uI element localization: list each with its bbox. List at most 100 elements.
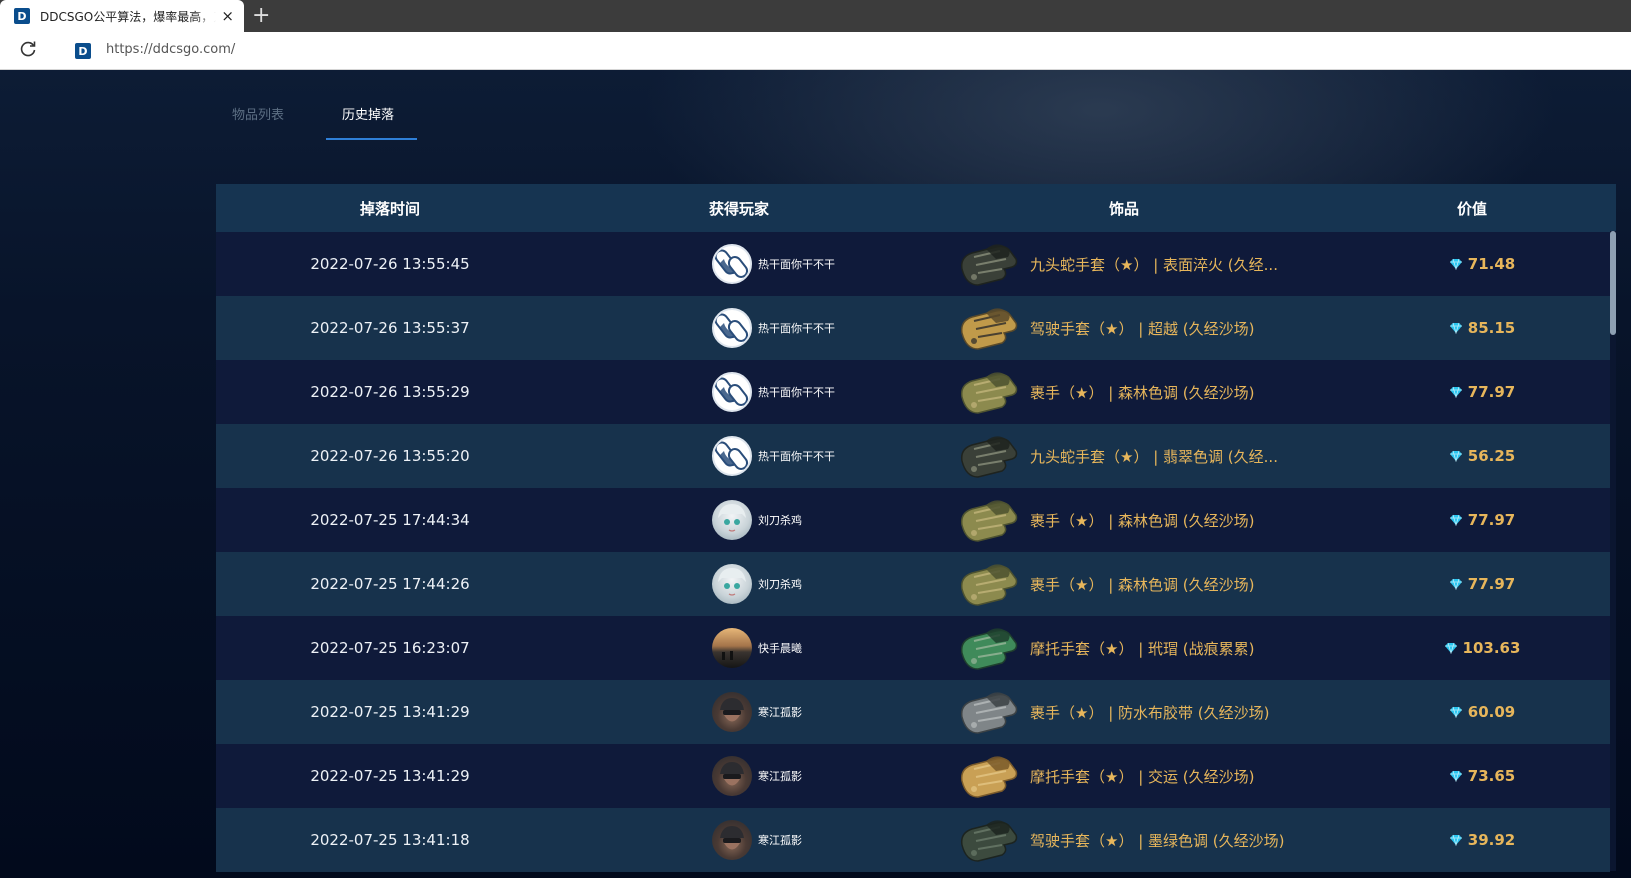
player-cell[interactable]: 热干面你干不干 [564, 244, 914, 284]
item-value: 60.09 [1467, 703, 1516, 721]
table-row: 2022-07-25 17:44:34 刘刀杀鸡 裹手（★） | 森林色调 (久经沙… [216, 488, 1610, 552]
browser-tab-bar: D DDCSGO公平算法，爆率最高，刀 × + [0, 0, 1631, 32]
glove-icon [960, 756, 1018, 798]
helmet-avatar [712, 756, 752, 796]
value-cell: 60.09 [1334, 703, 1610, 721]
item-name: 裹手（★） | 森林色调 (久经沙场) [1030, 575, 1255, 594]
drop-time: 2022-07-26 13:55:29 [310, 383, 470, 401]
item-value: 77.97 [1467, 511, 1516, 529]
glove-icon [960, 564, 1018, 606]
glove-icon [960, 372, 1018, 414]
address-favicon-icon: D [75, 43, 91, 59]
value-cell: 73.65 [1334, 767, 1610, 785]
drop-time: 2022-07-26 13:55:45 [310, 255, 470, 273]
item-name: 裹手（★） | 森林色调 (久经沙场) [1030, 511, 1255, 530]
diamond-icon [1449, 514, 1462, 526]
glove-icon [960, 692, 1018, 734]
page-content: 物品列表 历史掉落 掉落时间 获得玩家 饰品 价值 2022-07-26 13:… [0, 70, 1631, 878]
diamond-icon [1449, 770, 1462, 782]
tab-history-drops[interactable]: 历史掉落 [342, 106, 394, 126]
url-field[interactable]: https://ddcsgo.com/ [106, 42, 235, 57]
value-cell: 39.92 [1334, 831, 1610, 849]
glove-icon [960, 500, 1018, 542]
drop-time: 2022-07-25 16:23:07 [310, 639, 470, 657]
value-cell: 56.25 [1334, 447, 1610, 465]
item-cell[interactable]: 驾驶手套（★） | 墨绿色调 (久经沙场) [914, 815, 1334, 865]
diamond-icon [1449, 386, 1462, 398]
player-name: 寒江孤影 [758, 706, 802, 719]
item-name: 裹手（★） | 森林色调 (久经沙场) [1030, 383, 1255, 402]
table-row: 2022-07-25 16:23:07 快手晨曦 摩托手套（★） | 玳瑁 (战痕累… [216, 616, 1610, 680]
player-name: 热干面你干不干 [758, 322, 835, 335]
diamond-icon [1449, 322, 1462, 334]
player-name: 刘刀杀鸡 [758, 514, 802, 527]
player-cell[interactable]: 热干面你干不干 [564, 436, 914, 476]
player-name: 寒江孤影 [758, 834, 802, 847]
value-cell: 77.97 [1334, 575, 1610, 593]
item-value: 71.48 [1467, 255, 1516, 273]
item-name: 九头蛇手套（★） | 表面淬火 (久经... [1030, 255, 1278, 274]
player-name: 热干面你干不干 [758, 450, 835, 463]
player-cell[interactable]: 寒江孤影 [564, 692, 914, 732]
active-tab-indicator [326, 138, 417, 140]
anime-avatar [712, 500, 752, 540]
item-value: 85.15 [1467, 319, 1516, 337]
scrollbar-thumb[interactable] [1610, 231, 1616, 335]
item-cell[interactable]: 摩托手套（★） | 交运 (久经沙场) [914, 751, 1334, 801]
item-value: 73.65 [1467, 767, 1516, 785]
player-cell[interactable]: 寒江孤影 [564, 756, 914, 796]
item-value: 39.92 [1467, 831, 1516, 849]
item-cell[interactable]: 九头蛇手套（★） | 翡翠色调 (久经... [914, 431, 1334, 481]
tab-title: DDCSGO公平算法，爆率最高，刀 [40, 9, 216, 24]
drop-time: 2022-07-26 13:55:37 [310, 319, 470, 337]
diamond-icon [1449, 834, 1462, 846]
pill-icon [712, 308, 752, 348]
item-name: 驾驶手套（★） | 超越 (久经沙场) [1030, 319, 1255, 338]
item-cell[interactable]: 裹手（★） | 森林色调 (久经沙场) [914, 559, 1334, 609]
glove-icon [960, 820, 1018, 862]
drop-history-table: 掉落时间 获得玩家 饰品 价值 2022-07-26 13:55:45 热干面你干… [216, 184, 1616, 872]
item-cell[interactable]: 九头蛇手套（★） | 表面淬火 (久经... [914, 239, 1334, 289]
pill-icon [712, 244, 752, 284]
drop-time: 2022-07-26 13:55:20 [310, 447, 470, 465]
item-value: 103.63 [1462, 639, 1521, 657]
player-name: 寒江孤影 [758, 770, 802, 783]
player-name: 快手晨曦 [758, 642, 802, 655]
item-name: 九头蛇手套（★） | 翡翠色调 (久经... [1030, 447, 1278, 466]
new-tab-button[interactable]: + [252, 3, 270, 28]
table-row: 2022-07-25 17:44:26 刘刀杀鸡 裹手（★） | 森林色调 (久经沙… [216, 552, 1610, 616]
item-name: 摩托手套（★） | 玳瑁 (战痕累累) [1030, 639, 1255, 658]
player-name: 热干面你干不干 [758, 258, 835, 271]
pill-icon [712, 436, 752, 476]
sunset-avatar [712, 628, 752, 668]
tab-item-list[interactable]: 物品列表 [232, 106, 284, 126]
player-cell[interactable]: 快手晨曦 [564, 628, 914, 668]
reload-icon[interactable] [18, 39, 38, 59]
item-cell[interactable]: 摩托手套（★） | 玳瑁 (战痕累累) [914, 623, 1334, 673]
diamond-icon [1449, 706, 1462, 718]
item-name: 裹手（★） | 防水布胶带 (久经沙场) [1030, 703, 1270, 722]
diamond-icon [1449, 258, 1462, 270]
drop-time: 2022-07-25 13:41:29 [310, 767, 470, 785]
close-tab-icon[interactable]: × [221, 7, 234, 25]
value-cell: 71.48 [1334, 255, 1610, 273]
player-cell[interactable]: 刘刀杀鸡 [564, 564, 914, 604]
player-cell[interactable]: 热干面你干不干 [564, 308, 914, 348]
item-cell[interactable]: 裹手（★） | 森林色调 (久经沙场) [914, 495, 1334, 545]
item-cell[interactable]: 裹手（★） | 森林色调 (久经沙场) [914, 367, 1334, 417]
player-cell[interactable]: 寒江孤影 [564, 820, 914, 860]
diamond-icon [1444, 642, 1457, 654]
item-cell[interactable]: 驾驶手套（★） | 超越 (久经沙场) [914, 303, 1334, 353]
browser-tab[interactable]: D DDCSGO公平算法，爆率最高，刀 × [0, 0, 244, 32]
player-cell[interactable]: 刘刀杀鸡 [564, 500, 914, 540]
value-cell: 77.97 [1334, 511, 1610, 529]
item-cell[interactable]: 裹手（★） | 防水布胶带 (久经沙场) [914, 687, 1334, 737]
table-row: 2022-07-26 13:55:20 热干面你干不干 九头蛇手套（★） | 翡翠色… [216, 424, 1610, 488]
table-row: 2022-07-25 13:41:29 寒江孤影 摩托手套（★） | 交运 (久经沙… [216, 744, 1610, 808]
scrollbar-track[interactable] [1610, 231, 1616, 871]
item-value: 77.97 [1467, 575, 1516, 593]
helmet-avatar [712, 692, 752, 732]
player-cell[interactable]: 热干面你干不干 [564, 372, 914, 412]
anime-avatar [712, 564, 752, 604]
table-header: 掉落时间 获得玩家 饰品 价值 [216, 184, 1616, 232]
